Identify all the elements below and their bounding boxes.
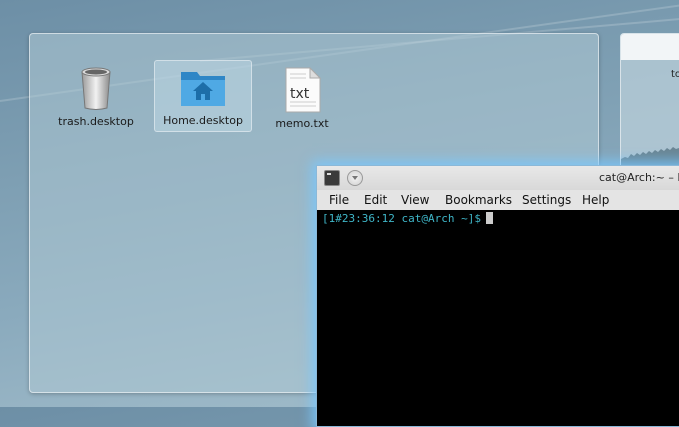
widget-header bbox=[621, 34, 679, 60]
menu-settings[interactable]: Settings bbox=[522, 193, 571, 207]
desktop-icon-label: Home.desktop bbox=[163, 114, 243, 127]
desktop-icon-label: memo.txt bbox=[275, 117, 329, 130]
window-menu-button[interactable] bbox=[347, 170, 363, 186]
terminal-window[interactable]: cat@Arch:~ – Ko File Edit View Bookmarks… bbox=[316, 165, 679, 427]
desktop-icon-memo[interactable]: txt memo.txt bbox=[254, 64, 350, 134]
window-title: cat@Arch:~ – Ko bbox=[599, 171, 679, 184]
file-type-badge: txt bbox=[290, 86, 310, 102]
terminal-console[interactable]: [1#23:36:12 cat@Arch ~]$ bbox=[317, 210, 679, 426]
text-cursor bbox=[485, 212, 493, 224]
menu-file[interactable]: File bbox=[329, 193, 349, 207]
menu-edit[interactable]: Edit bbox=[364, 193, 387, 207]
shell-prompt: [1#23:36:12 cat@Arch ~]$ bbox=[322, 212, 481, 225]
terminal-icon[interactable] bbox=[324, 170, 340, 186]
desktop-icon-home[interactable]: Home.desktop bbox=[154, 60, 252, 132]
desktop-icon-label: trash.desktop bbox=[58, 115, 134, 128]
widget-text: to bbox=[671, 69, 679, 80]
prompt-line: [1#23:36:12 cat@Arch ~]$ bbox=[322, 212, 493, 225]
menu-bookmarks[interactable]: Bookmarks bbox=[445, 193, 512, 207]
menu-bar: File Edit View Bookmarks Settings Help bbox=[317, 190, 679, 210]
trash-icon bbox=[81, 67, 111, 110]
title-bar[interactable]: cat@Arch:~ – Ko bbox=[317, 166, 679, 190]
menu-view[interactable]: View bbox=[401, 193, 429, 207]
desktop-icon-trash[interactable]: trash.desktop bbox=[48, 62, 144, 132]
system-monitor-widget[interactable]: to bbox=[620, 33, 679, 175]
home-folder-icon bbox=[181, 72, 225, 106]
menu-help[interactable]: Help bbox=[582, 193, 609, 207]
